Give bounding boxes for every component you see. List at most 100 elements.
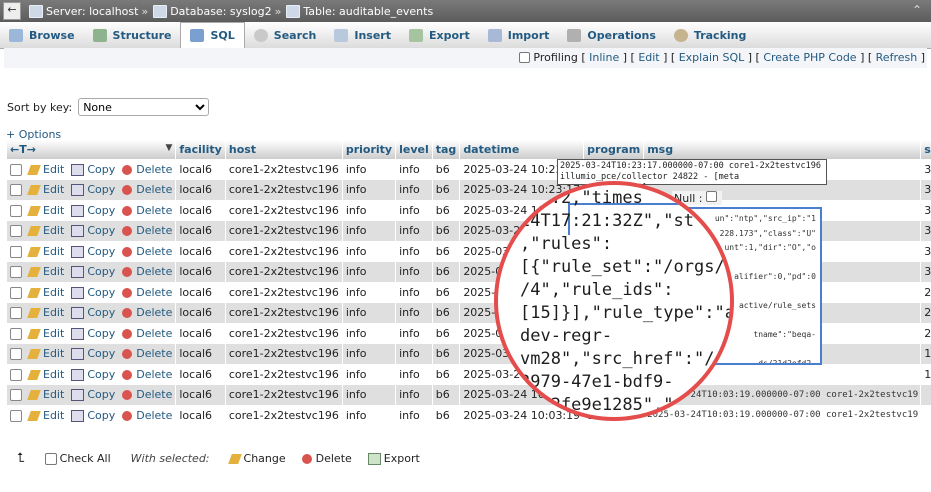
cell-priority[interactable]: info [342, 220, 397, 241]
cell-facility[interactable]: local6 [175, 364, 226, 385]
refresh-link[interactable]: Refresh [876, 51, 918, 64]
delete-row-button[interactable]: Delete [122, 409, 172, 422]
edit-row-button[interactable]: Edit [27, 306, 64, 319]
edit-row-button[interactable]: Edit [27, 163, 64, 176]
tab-sql[interactable]: SQL [180, 22, 245, 48]
edit-row-button[interactable]: Edit [27, 204, 64, 217]
cell-tag[interactable]: b6 [432, 282, 461, 303]
profiling-checkbox[interactable] [519, 52, 531, 63]
cell-seq[interactable]: 1495 [920, 364, 931, 385]
cell-facility[interactable]: local6 [175, 343, 226, 364]
cell-datetime[interactable]: 2025-03-24 10:23:17 [459, 159, 585, 180]
row-checkbox[interactable] [10, 286, 22, 299]
row-checkbox[interactable] [10, 348, 22, 361]
cell-host[interactable]: core1-2x2testvc196 [225, 220, 343, 241]
cell-level[interactable]: info [395, 159, 433, 180]
copy-row-button[interactable]: Copy [71, 347, 115, 361]
delete-row-button[interactable]: Delete [122, 163, 172, 176]
delete-row-button[interactable]: Delete [122, 224, 172, 237]
cell-tag[interactable]: b6 [432, 384, 461, 405]
cell-tag[interactable]: b6 [432, 302, 461, 323]
row-checkbox[interactable] [10, 389, 22, 402]
edit-row-button[interactable]: Edit [27, 388, 64, 401]
copy-row-button[interactable]: Copy [71, 388, 115, 402]
edit-row-button[interactable]: Edit [27, 368, 64, 381]
breadcrumb-server[interactable]: Server: localhost [46, 5, 138, 18]
cell-host[interactable]: core1-2x2testvc196 [225, 261, 343, 282]
delete-row-button[interactable]: Delete [122, 245, 172, 258]
delete-row-button[interactable]: Delete [122, 183, 172, 196]
tab-insert[interactable]: Insert [325, 22, 400, 48]
cell-host[interactable]: core1-2x2testvc196 [225, 364, 343, 385]
copy-row-button[interactable]: Copy [71, 245, 115, 258]
tab-search[interactable]: Search [245, 22, 326, 48]
cell-tag[interactable]: b6 [432, 261, 461, 282]
cell-level[interactable]: info [395, 200, 433, 221]
row-checkbox[interactable] [10, 245, 22, 258]
column-msg[interactable]: msg [643, 140, 922, 159]
check-all-label[interactable]: Check All [60, 452, 111, 465]
tab-tracking[interactable]: Tracking [665, 22, 755, 48]
tab-operations[interactable]: Operations [558, 22, 665, 48]
row-checkbox[interactable] [10, 266, 22, 279]
cell-level[interactable]: info [395, 241, 433, 262]
cell-facility[interactable]: local6 [175, 200, 226, 221]
cell-seq[interactable]: 3935 [920, 220, 931, 241]
cell-tag[interactable]: b6 [432, 343, 461, 364]
edit-row-button[interactable]: Edit [27, 327, 64, 340]
delete-row-button[interactable]: Delete [122, 265, 172, 278]
cell-level[interactable]: info [395, 302, 433, 323]
delete-row-button[interactable]: Delete [122, 327, 172, 340]
copy-row-button[interactable]: Copy [71, 265, 115, 279]
row-checkbox[interactable] [10, 184, 22, 197]
cell-seq[interactable]: 3266 [920, 241, 931, 262]
cell-tag[interactable]: b6 [432, 200, 461, 221]
cell-tag[interactable]: b6 [432, 323, 461, 344]
cell-priority[interactable]: info [342, 261, 397, 282]
inline-link[interactable]: Inline [589, 51, 619, 64]
edit-row-button[interactable]: Edit [27, 183, 64, 196]
row-checkbox[interactable] [10, 368, 22, 381]
collapse-icon[interactable]: ⌃ [912, 3, 922, 17]
cell-tag[interactable]: b6 [432, 364, 461, 385]
column-seq[interactable]: seq [920, 140, 931, 159]
edit-row-button[interactable]: Edit [27, 224, 64, 237]
cell-tag[interactable]: b6 [432, 405, 461, 426]
delete-row-button[interactable]: Delete [122, 347, 172, 360]
copy-row-button[interactable]: Copy [71, 163, 115, 176]
copy-row-button[interactable]: Copy [71, 327, 115, 340]
cell-priority[interactable]: info [342, 343, 397, 364]
cell-host[interactable]: core1-2x2testvc196 [225, 179, 343, 200]
cell-facility[interactable]: local6 [175, 241, 226, 262]
tab-browse[interactable]: Browse [0, 22, 84, 48]
row-checkbox[interactable] [10, 225, 22, 238]
cell-host[interactable]: core1-2x2testvc196 [225, 405, 343, 426]
cell-host[interactable]: core1-2x2testvc196 [225, 384, 343, 405]
column-facility[interactable]: facility [175, 140, 226, 159]
delete-button[interactable]: Delete [301, 452, 352, 465]
cell-host[interactable]: core1-2x2testvc196 [225, 323, 343, 344]
cell-facility[interactable]: local6 [175, 261, 226, 282]
breadcrumb-database[interactable]: Database: syslog2 [170, 5, 271, 18]
cell-tag[interactable]: b6 [432, 159, 461, 180]
row-checkbox[interactable] [10, 163, 22, 176]
cell-seq[interactable]: 2217 [920, 302, 931, 323]
copy-row-button[interactable]: Copy [71, 409, 115, 422]
cell-msg[interactable] [643, 159, 922, 180]
cell-priority[interactable]: info [342, 364, 397, 385]
cell-level[interactable]: info [395, 179, 433, 200]
copy-row-button[interactable]: Copy [71, 368, 115, 381]
row-checkbox[interactable] [10, 204, 22, 217]
cell-facility[interactable]: local6 [175, 405, 226, 426]
edit-link[interactable]: Edit [638, 51, 659, 64]
cell-facility[interactable]: local6 [175, 323, 226, 344]
cell-host[interactable]: core1-2x2testvc196 [225, 241, 343, 262]
cell-seq[interactable]: 395 [920, 405, 931, 426]
cell-tag[interactable]: b6 [432, 220, 461, 241]
cell-seq[interactable]: 2218 [920, 282, 931, 303]
change-button[interactable]: Change [227, 452, 286, 465]
edit-row-button[interactable]: Edit [27, 265, 64, 278]
cell-facility[interactable]: local6 [175, 384, 226, 405]
cell-host[interactable]: core1-2x2testvc196 [225, 343, 343, 364]
cell-priority[interactable]: info [342, 282, 397, 303]
